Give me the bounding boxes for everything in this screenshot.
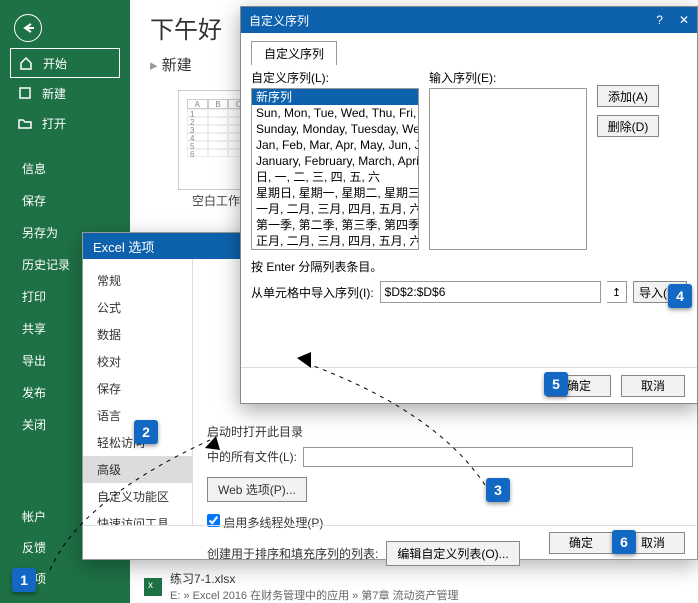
- list-item[interactable]: 新序列: [252, 89, 418, 105]
- import-range-input[interactable]: [380, 281, 601, 303]
- nav-saveas[interactable]: 另存为: [22, 224, 70, 244]
- custom-lists-listbox[interactable]: 新序列 Sun, Mon, Tue, Wed, Thu, Fri, S Sund…: [251, 88, 419, 250]
- cat-general[interactable]: 常规: [83, 267, 192, 294]
- back-arrow-icon: [21, 21, 35, 35]
- startup-label-1: 启动时打开此目录: [207, 423, 683, 440]
- cat-save[interactable]: 保存: [83, 375, 192, 402]
- nav-start[interactable]: 开始: [10, 48, 120, 78]
- nav-new[interactable]: 新建: [10, 78, 120, 108]
- enter-separator-note: 按 Enter 分隔列表条目。: [251, 258, 687, 275]
- custom-lists-footer: 确定 取消: [241, 367, 697, 403]
- custom-lists-label: 自定义序列(L):: [251, 69, 419, 86]
- nav-publish[interactable]: 发布: [22, 384, 70, 404]
- list-item[interactable]: 子, 丑, 寅, 卯, 辰, 巳, 午, 未, 申, 酉: [252, 249, 418, 250]
- custom-lists-tabbar: 自定义序列: [251, 41, 687, 65]
- startup-folder-input[interactable]: [303, 447, 633, 467]
- nav-export[interactable]: 导出: [22, 352, 70, 372]
- cat-advanced[interactable]: 高级: [83, 456, 192, 483]
- step-badge-2: 2: [134, 420, 158, 444]
- back-button[interactable]: [14, 14, 42, 42]
- list-item[interactable]: 星期日, 星期一, 星期二, 星期三, 星: [252, 185, 418, 201]
- nav-history[interactable]: 历史记录: [22, 256, 70, 276]
- options-ok-button[interactable]: 确定: [549, 532, 613, 554]
- nav-open-label: 打开: [42, 115, 66, 132]
- custom-lists-dialog: 自定义序列 ? ✕ 自定义序列 自定义序列(L): 新序列 Sun, Mon, …: [240, 6, 698, 404]
- options-category-list: 常规 公式 数据 校对 保存 语言 轻松访问 高级 自定义功能区 快速访问工具栏…: [83, 259, 193, 525]
- nav-info[interactable]: 信息: [22, 160, 70, 180]
- nav-print[interactable]: 打印: [22, 288, 70, 308]
- step-badge-4: 4: [668, 284, 692, 308]
- custom-lists-title: 自定义序列: [249, 12, 309, 29]
- cat-data[interactable]: 数据: [83, 321, 192, 348]
- nav-feedback[interactable]: 反馈: [22, 539, 46, 556]
- step-badge-3: 3: [486, 478, 510, 502]
- nav-start-label: 开始: [43, 55, 67, 72]
- add-button[interactable]: 添加(A): [597, 85, 659, 107]
- cat-formulas[interactable]: 公式: [83, 294, 192, 321]
- list-entries-textarea[interactable]: [429, 88, 587, 250]
- entries-label: 输入序列(E):: [429, 69, 587, 86]
- help-icon[interactable]: ?: [656, 13, 663, 27]
- list-item[interactable]: Sunday, Monday, Tuesday, We: [252, 121, 418, 137]
- excel-file-icon: [144, 578, 162, 596]
- options-footer: 确定 取消: [83, 525, 697, 559]
- web-options-button[interactable]: Web 选项(P)...: [207, 477, 307, 502]
- step-badge-6: 6: [612, 530, 636, 554]
- range-picker-icon[interactable]: ↥: [607, 281, 627, 303]
- custom-lists-cancel-button[interactable]: 取消: [621, 375, 685, 397]
- step-badge-5: 5: [544, 372, 568, 396]
- list-item[interactable]: 一月, 二月, 三月, 四月, 五月, 六月,: [252, 201, 418, 217]
- import-from-cells-label: 从单元格中导入序列(I):: [251, 284, 374, 301]
- cat-ribbon[interactable]: 自定义功能区: [83, 483, 192, 510]
- list-item[interactable]: 正月, 二月, 三月, 四月, 五月, 六月,: [252, 233, 418, 249]
- nav-account[interactable]: 帐户: [22, 508, 46, 525]
- cat-qat[interactable]: 快速访问工具栏: [83, 510, 192, 525]
- custom-lists-titlebar: 自定义序列 ? ✕: [241, 7, 697, 33]
- close-icon[interactable]: ✕: [679, 13, 689, 27]
- cat-proofing[interactable]: 校对: [83, 348, 192, 375]
- file-path: E: » Excel 2016 在财务管理中的应用 » 第7章 流动资产管理: [170, 587, 459, 603]
- new-section-label: 新建: [150, 54, 192, 75]
- nav-save[interactable]: 保存: [22, 192, 70, 212]
- nav-share[interactable]: 共享: [22, 320, 70, 340]
- recent-file-row[interactable]: 练习7-1.xlsx E: » Excel 2016 在财务管理中的应用 » 第…: [144, 570, 459, 603]
- nav-close[interactable]: 关闭: [22, 416, 70, 436]
- list-item[interactable]: January, February, March, April: [252, 153, 418, 169]
- backstage-item-list: 信息 保存 另存为 历史记录 打印 共享 导出 发布 关闭: [22, 160, 70, 436]
- startup-label-2: 中的所有文件(L):: [207, 448, 297, 465]
- nav-new-label: 新建: [42, 85, 66, 102]
- list-item[interactable]: 第一季, 第二季, 第三季, 第四季: [252, 217, 418, 233]
- greeting-title: 下午好: [150, 10, 222, 45]
- list-item[interactable]: Jan, Feb, Mar, Apr, May, Jun, Ju: [252, 137, 418, 153]
- backstage-top-menu: 开始 新建 打开: [10, 48, 120, 138]
- new-icon: [18, 86, 32, 100]
- delete-button[interactable]: 删除(D): [597, 115, 659, 137]
- step-badge-1: 1: [12, 568, 36, 592]
- folder-icon: [18, 116, 32, 130]
- list-item[interactable]: Sun, Mon, Tue, Wed, Thu, Fri, S: [252, 105, 418, 121]
- tab-custom-lists[interactable]: 自定义序列: [251, 41, 337, 65]
- home-icon: [19, 56, 33, 70]
- file-name: 练习7-1.xlsx: [170, 570, 459, 587]
- nav-open[interactable]: 打开: [10, 108, 120, 138]
- list-item[interactable]: 日, 一, 二, 三, 四, 五, 六: [252, 169, 418, 185]
